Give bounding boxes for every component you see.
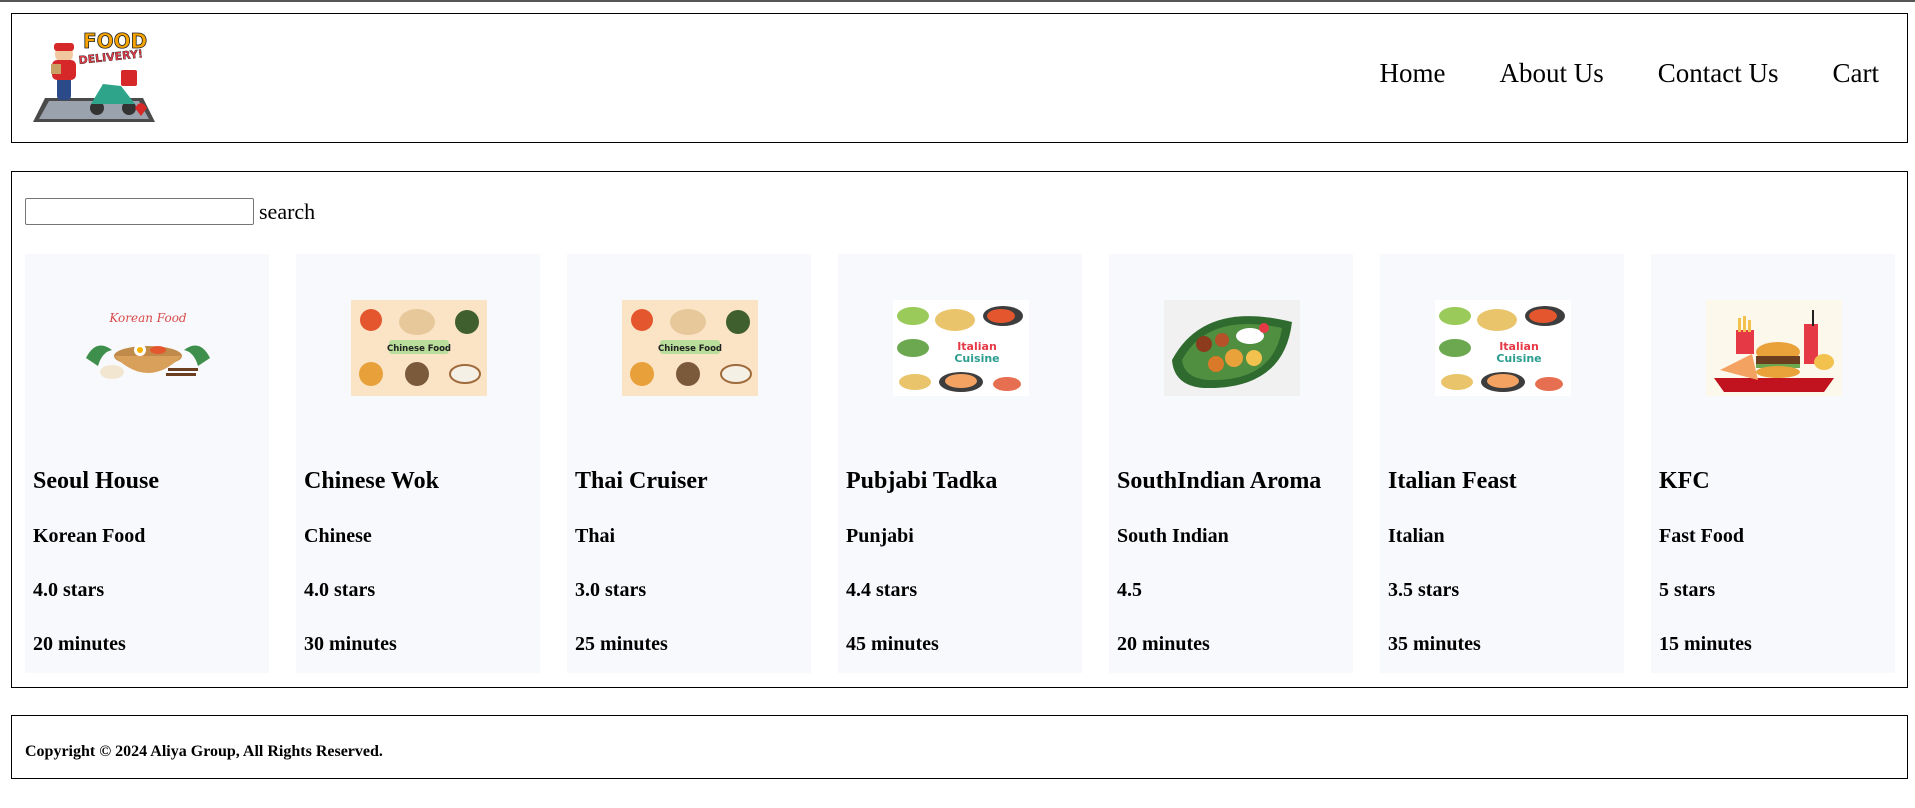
south-indian-platter-icon — [1164, 300, 1300, 396]
restaurant-cuisine: Thai — [575, 525, 616, 547]
delivery-time: 15 minutes — [1659, 633, 1752, 655]
restaurant-rating: 4.0 stars — [33, 579, 105, 601]
restaurant-name: Chinese Wok — [304, 468, 439, 494]
italian-cuisine-icon: Italian Cuisine — [893, 300, 1029, 396]
restaurant-rating: 5 stars — [1659, 579, 1716, 601]
delivery-time: 20 minutes — [1117, 633, 1210, 655]
top-rule — [0, 0, 1915, 2]
site-header: FOOD DELIVERY! Home About Us Contact Us … — [11, 13, 1908, 143]
fast-food-icon — [1706, 300, 1842, 396]
food-delivery-logo[interactable]: FOOD DELIVERY! — [25, 26, 160, 138]
nav-home[interactable]: Home — [1380, 60, 1446, 87]
restaurant-name: Italian Feast — [1388, 468, 1517, 494]
restaurant-name: Seoul House — [33, 468, 160, 494]
restaurant-card[interactable]: Chinese Food Chinese Wok Chinese 4.0 sta… — [296, 254, 540, 673]
svg-text:Cuisine: Cuisine — [1496, 352, 1541, 365]
search-input[interactable] — [25, 198, 254, 225]
restaurant-name: Thai Cruiser — [575, 468, 708, 494]
restaurant-rating: 4.0 stars — [304, 579, 376, 601]
delivery-time: 25 minutes — [575, 633, 668, 655]
italian-cuisine-icon: Italian Cuisine — [1435, 300, 1571, 396]
korean-food-icon: Korean Food — [80, 300, 216, 396]
svg-text:Korean Food: Korean Food — [108, 311, 187, 325]
site-footer: Copyright © 2024 Aliya Group, All Rights… — [11, 715, 1908, 779]
restaurant-cuisine: Italian — [1388, 525, 1445, 547]
delivery-time: 45 minutes — [846, 633, 939, 655]
restaurant-cuisine: Korean Food — [33, 525, 146, 547]
restaurant-name: Pubjabi Tadka — [846, 468, 998, 494]
restaurant-card[interactable]: SouthIndian Aroma South Indian 4.5 20 mi… — [1109, 254, 1353, 673]
nav-contact-us[interactable]: Contact Us — [1658, 60, 1779, 87]
search-label: search — [259, 198, 316, 224]
main-nav: Home About Us Contact Us Cart — [1380, 60, 1880, 87]
search-bar: search — [25, 198, 315, 225]
restaurant-card[interactable]: Italian Cuisine Pubjabi Tadka Punjabi 4.… — [838, 254, 1082, 673]
restaurant-rating: 3.0 stars — [575, 579, 647, 601]
main-content: search Korean Food Seoul House Korean Fo… — [11, 171, 1908, 688]
restaurant-cuisine: Punjabi — [846, 525, 914, 547]
restaurant-list: Korean Food Seoul House Korean Food 4.0 … — [25, 254, 1895, 673]
nav-cart[interactable]: Cart — [1833, 60, 1880, 87]
svg-text:Chinese Food: Chinese Food — [387, 344, 451, 354]
delivery-time: 30 minutes — [304, 633, 397, 655]
restaurant-cuisine: South Indian — [1117, 525, 1229, 547]
chinese-food-icon: Chinese Food — [622, 300, 758, 396]
nav-about-us[interactable]: About Us — [1499, 60, 1603, 87]
restaurant-card[interactable]: Italian Cuisine Italian Feast Italian 3.… — [1380, 254, 1624, 673]
restaurant-name: SouthIndian Aroma — [1117, 468, 1322, 494]
svg-text:Cuisine: Cuisine — [954, 352, 999, 365]
restaurant-name: KFC — [1659, 468, 1710, 494]
restaurant-rating: 4.5 — [1117, 579, 1142, 601]
restaurant-card[interactable]: Chinese Food Thai Cruiser Thai 3.0 stars… — [567, 254, 811, 673]
delivery-time: 20 minutes — [33, 633, 126, 655]
restaurant-rating: 3.5 stars — [1388, 579, 1460, 601]
restaurant-rating: 4.4 stars — [846, 579, 918, 601]
restaurant-card[interactable]: Korean Food Seoul House Korean Food 4.0 … — [25, 254, 269, 673]
restaurant-cuisine: Chinese — [304, 525, 372, 547]
copyright-text: Copyright © 2024 Aliya Group, All Rights… — [25, 743, 383, 760]
restaurant-card[interactable]: KFC Fast Food 5 stars 15 minutes — [1651, 254, 1895, 673]
restaurant-cuisine: Fast Food — [1659, 525, 1744, 547]
delivery-time: 35 minutes — [1388, 633, 1481, 655]
chinese-food-icon: Chinese Food — [351, 300, 487, 396]
svg-text:Chinese Food: Chinese Food — [658, 344, 722, 354]
